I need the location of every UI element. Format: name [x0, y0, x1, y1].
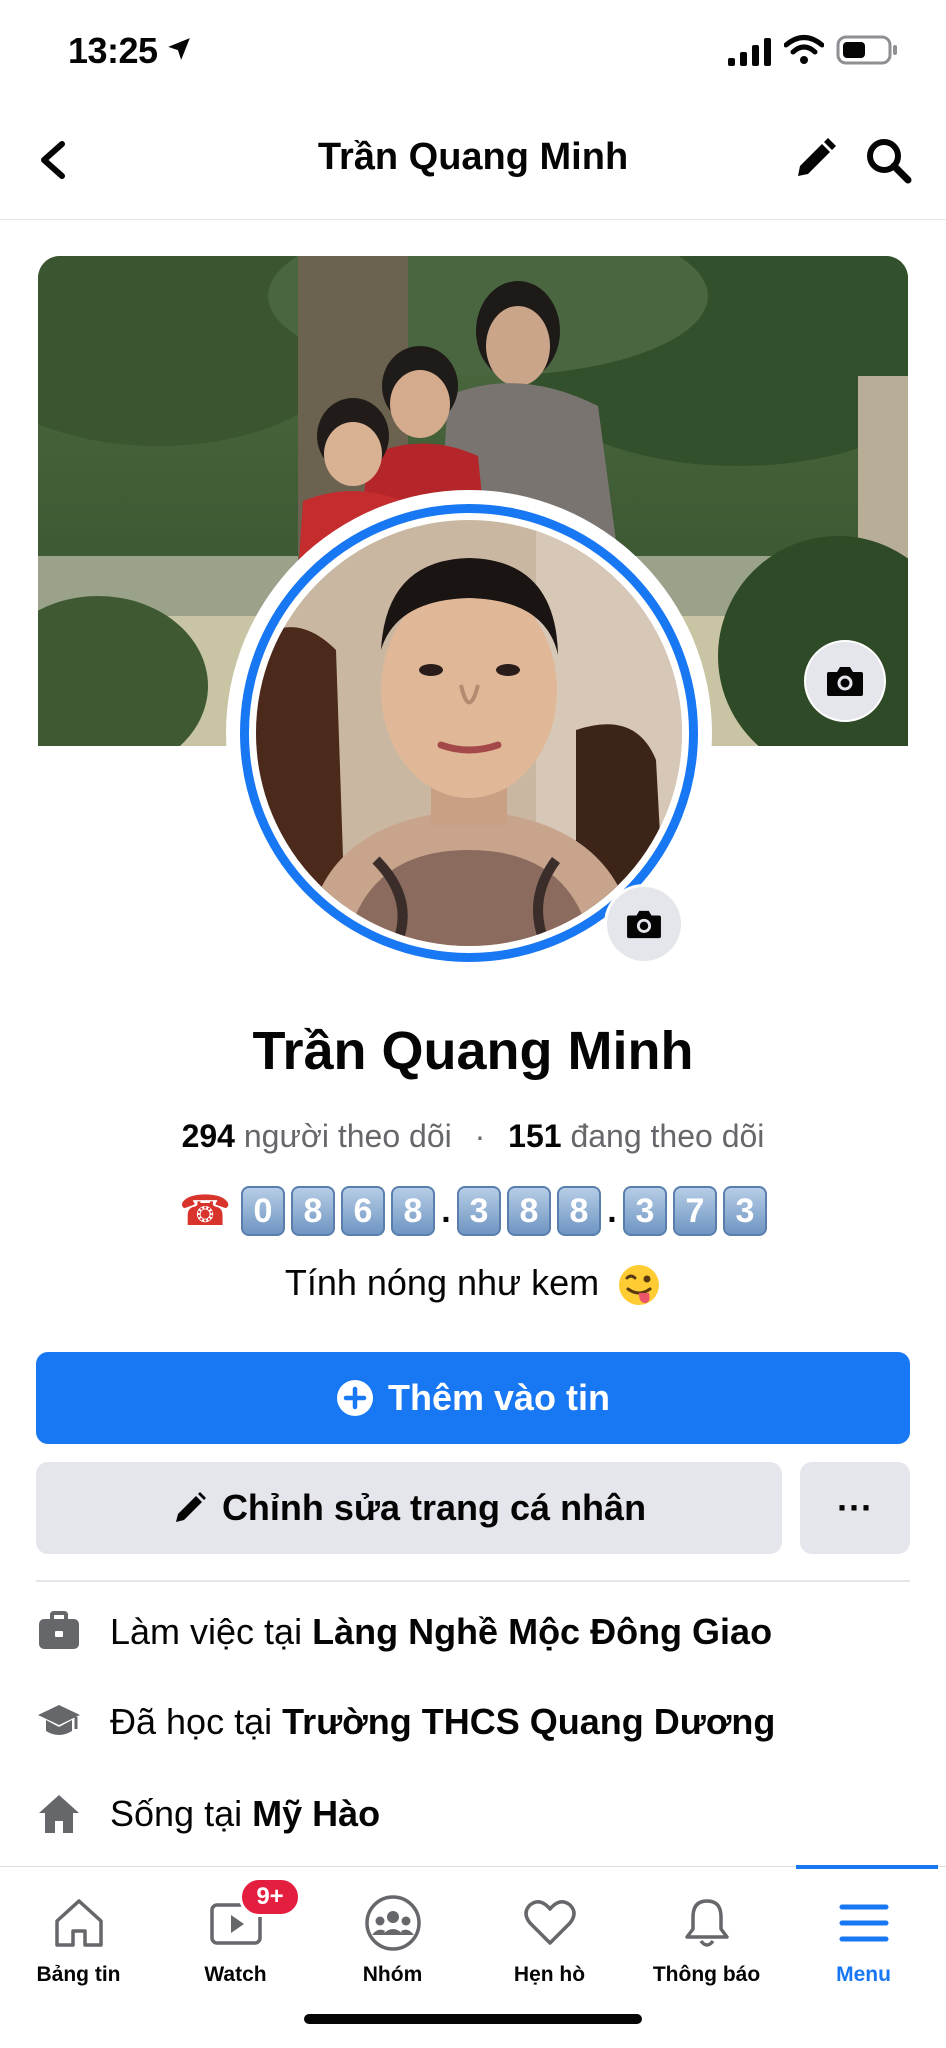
tab-menu-label: Menu: [836, 1963, 891, 1986]
detail-lives-in[interactable]: Sống tại Mỹ Hào: [36, 1784, 910, 1844]
profile-name: Trần Quang Minh: [252, 1021, 694, 1081]
tab-watch[interactable]: 9+ Watch: [157, 1867, 314, 2017]
tab-menu[interactable]: Menu: [785, 1867, 942, 2017]
following-count[interactable]: 151: [508, 1118, 561, 1154]
detail-lives-in-prefix: Sống tại: [110, 1793, 243, 1834]
tab-dating-label: Hẹn hò: [513, 1963, 586, 1986]
keycap-digit: 3: [457, 1186, 501, 1236]
keycap-digit: 7: [673, 1186, 717, 1236]
more-options-button[interactable]: ···: [800, 1462, 910, 1554]
tab-notifications-label: Thông báo: [652, 1963, 761, 1986]
wifi-icon: [784, 35, 824, 64]
tab-news-feed-label: Bảng tin: [36, 1963, 121, 1986]
status-time: 13:25: [68, 30, 158, 71]
tab-notifications[interactable]: Thông báo: [628, 1867, 785, 2017]
winking-tongue-emoji-icon: [619, 1265, 660, 1306]
tab-news-feed[interactable]: Bảng tin: [0, 1867, 157, 2017]
phone-separator: .: [441, 1192, 451, 1230]
detail-work-value[interactable]: Làng Nghề Mộc Đông Giao: [312, 1611, 772, 1653]
bell-icon: [684, 1899, 729, 1947]
cellular-signal-icon: [728, 38, 771, 66]
briefcase-icon: [39, 1611, 79, 1649]
detail-work-prefix: Làm việc tại: [110, 1611, 303, 1652]
followers-count[interactable]: 294: [182, 1118, 235, 1154]
home-indicator: [304, 2014, 642, 2024]
camera-icon: [627, 910, 661, 939]
location-arrow-icon: [168, 38, 190, 60]
following-label[interactable]: đang theo dõi: [570, 1118, 764, 1154]
keycap-digit: 8: [291, 1186, 335, 1236]
bio-text: Tính nóng như kem: [284, 1262, 600, 1303]
menu-icon: [839, 1904, 888, 1942]
groups-icon: [364, 1895, 421, 1951]
watch-notification-badge: 9+: [239, 1877, 301, 1917]
edit-profile-button[interactable]: Chỉnh sửa trang cá nhân: [36, 1462, 782, 1554]
camera-icon: [827, 667, 863, 696]
telephone-icon: ☎: [179, 1187, 232, 1234]
keycap-digit: 3: [623, 1186, 667, 1236]
phone-separator: .: [607, 1192, 617, 1230]
bio-phone-number: ☎ 0 8 6 8 . 3 8 8 . 3 7 3: [0, 1186, 946, 1236]
detail-education[interactable]: Đã học tại Trường THCS Quang Dương: [36, 1692, 910, 1752]
add-to-story-label: Thêm vào tin: [387, 1377, 611, 1418]
keycap-digit: 8: [391, 1186, 435, 1236]
search-icon[interactable]: [864, 136, 912, 184]
cover-camera-button[interactable]: [804, 640, 886, 722]
detail-education-prefix: Đã học tại: [110, 1701, 273, 1742]
heart-icon: [523, 1900, 576, 1945]
tab-groups-label: Nhóm: [362, 1963, 423, 1986]
keycap-digit: 6: [341, 1186, 385, 1236]
keycap-digit: 0: [241, 1186, 285, 1236]
avatar-camera-button[interactable]: [604, 884, 684, 964]
keycap-digit: 3: [723, 1186, 767, 1236]
followers-label[interactable]: người theo dõi: [244, 1118, 452, 1154]
home-icon: [39, 1795, 79, 1833]
stats-separator: ·: [474, 1118, 486, 1154]
pencil-icon[interactable]: [792, 136, 838, 182]
detail-lives-in-value[interactable]: Mỹ Hào: [252, 1793, 380, 1835]
back-arrow-icon[interactable]: [34, 138, 74, 182]
status-bar: 13:25: [0, 0, 946, 100]
edit-profile-label: Chỉnh sửa trang cá nhân: [221, 1487, 647, 1528]
add-to-story-button[interactable]: Thêm vào tin: [36, 1352, 910, 1444]
detail-education-value[interactable]: Trường THCS Quang Dương: [282, 1701, 775, 1743]
pencil-icon: [175, 1492, 206, 1522]
tab-groups[interactable]: Nhóm: [314, 1867, 471, 2017]
tab-dating[interactable]: Hẹn hò: [471, 1867, 628, 2017]
keycap-digit: 8: [557, 1186, 601, 1236]
tab-watch-label: Watch: [204, 1963, 267, 1986]
keycap-digit: 8: [507, 1186, 551, 1236]
follow-stats: 294 người theo dõi · 151 đang theo dõi: [0, 1118, 946, 1155]
home-icon: [54, 1899, 103, 1947]
avatar: [256, 520, 682, 946]
graduation-cap-icon: [38, 1705, 80, 1735]
header-title: Trần Quang Minh: [317, 136, 629, 178]
detail-work[interactable]: Làm việc tại Làng Nghề Mộc Đông Giao: [36, 1602, 910, 1662]
plus-circle-icon: [336, 1380, 373, 1416]
more-options-label: ···: [837, 1487, 873, 1528]
top-nav-header: Trần Quang Minh: [0, 100, 946, 220]
battery-icon: [836, 35, 897, 65]
divider: [36, 1580, 910, 1582]
bio-text-row: Tính nóng như kem: [0, 1262, 946, 1307]
